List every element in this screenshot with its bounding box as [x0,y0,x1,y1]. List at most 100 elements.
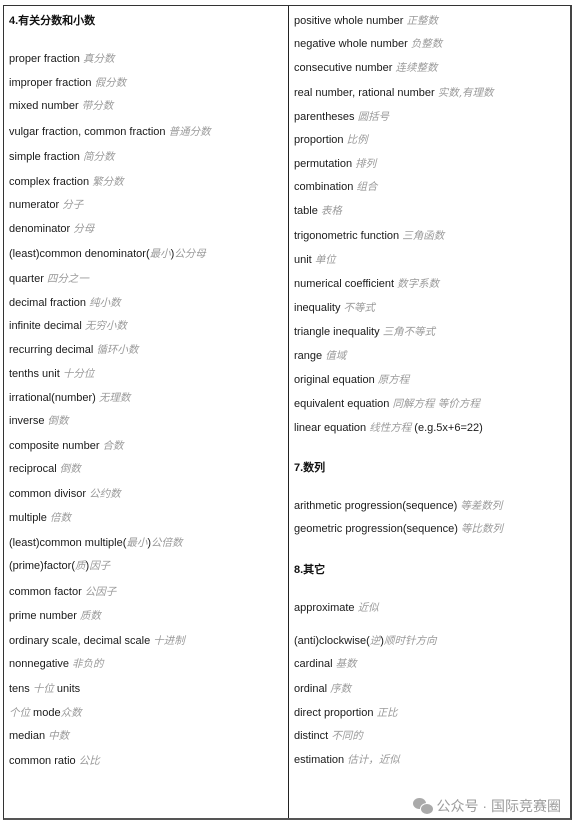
term-chinese: 实数,有理数 [437,87,494,99]
term-english: arithmetic progression(sequence) [294,500,458,512]
term-entry: reciprocal 倒数 [9,462,81,476]
term-english: ordinary scale, decimal scale [9,635,151,647]
term-chinese: 质 [75,560,86,572]
term-english: proper fraction [9,53,80,65]
term-chinese: 同解方程 等价方程 [392,398,480,410]
wechat-icon [412,798,434,815]
term-chinese: 非负的 [72,658,104,670]
term-chinese: 无穷小数 [84,320,127,332]
term-entry: multiple 倍数 [9,511,71,525]
term-entry: mixed number 带分数 [9,99,113,113]
vocabulary-table: 4.有关分数和小数 proper fraction 真分数 improper fr… [3,5,572,820]
term-entry: numerical coefficient 数字系数 [294,277,439,291]
term-chinese: 倒数 [59,463,81,475]
term-english: approximate [294,602,355,614]
term-english: permutation [294,158,353,170]
term-english: multiple [9,512,47,524]
term-chinese: 普通分数 [168,126,211,138]
term-english: prime number [9,610,77,622]
term-chinese: 公比 [78,755,100,767]
term-english: original equation [294,374,375,386]
term-chinese: 真分数 [83,53,115,65]
term-chinese: 因子 [89,560,111,572]
term-chinese: 最小 [126,537,148,549]
term-entry: recurring decimal 循环小数 [9,343,138,357]
term-entry: consecutive number 连续整数 [294,61,438,75]
term-english: (e.g.5x+6=22) [411,422,483,434]
term-english: mode [30,707,61,719]
term-chinese: 中数 [48,730,70,742]
term-english: denominator [9,223,71,235]
term-entry: combination 组合 [294,180,377,194]
term-english: equivalent equation [294,398,390,410]
term-entry: common ratio 公比 [9,754,100,768]
watermark: 公众号 · 国际竞赛圈 [412,796,561,816]
term-english: proportion [294,134,344,146]
term-chinese: 逆 [369,635,381,647]
term-chinese: 分母 [73,223,95,235]
term-entry: linear equation 线性方程 (e.g.5x+6=22) [294,421,483,435]
term-english: numerator [9,199,60,211]
term-entry: estimation 估计，近似 [294,753,400,767]
term-english: irrational(number) [9,392,96,404]
term-english: parentheses [294,111,355,123]
term-english: (prime)factor( [9,560,76,572]
term-english: real number, rational number [294,87,435,99]
term-chinese: 十进制 [153,635,185,647]
term-entry: unit 单位 [294,253,336,267]
term-english: median [9,730,46,742]
term-english: nonnegative [9,658,69,670]
term-english: inverse [9,415,45,427]
term-chinese: 十位 [32,683,54,695]
term-entry: direct proportion 正比 [294,706,398,720]
term-english: decimal fraction [9,297,87,309]
term-english: negative whole number [294,38,408,50]
term-chinese: 基数 [335,658,357,670]
term-english: reciprocal [9,463,57,475]
term-english: cardinal [294,658,333,670]
term-english: mixed number [9,100,79,112]
term-chinese: 原方程 [377,374,410,386]
term-english: (least)common multiple( [9,537,127,549]
term-entry: (prime)factor(质)因子 [9,559,110,573]
term-entry: complex fraction 繁分数 [9,175,124,189]
term-entry: proper fraction 真分数 [9,52,115,66]
term-english: tenths unit [9,368,60,380]
term-entry: vulgar fraction, common fraction 普通分数 [9,125,211,139]
term-entry: proportion 比例 [294,133,368,147]
term-english: direct proportion [294,707,374,719]
term-english: inequality [294,302,341,314]
term-chinese: 众数 [60,707,82,719]
term-chinese: 倍数 [49,512,71,524]
term-chinese: 不等式 [343,302,376,314]
term-chinese: 带分数 [81,100,114,112]
term-chinese: 排列 [355,158,377,170]
term-chinese: 循环小数 [96,344,139,356]
term-chinese: 无理数 [98,392,131,404]
term-entry: equivalent equation 同解方程 等价方程 [294,397,480,411]
term-chinese: 不同的 [331,730,363,742]
column-divider [288,6,289,818]
term-english: (least)common denominator( [9,248,150,260]
term-entry: cardinal 基数 [294,657,357,671]
term-entry: nonnegative 非负的 [9,657,104,671]
term-entry: improper fraction 假分数 [9,76,126,90]
term-entry: denominator 分母 [9,222,94,236]
term-entry: decimal fraction 纯小数 [9,296,121,310]
term-chinese: 连续整数 [395,62,438,74]
term-entry: ordinary scale, decimal scale 十进制 [9,634,185,648]
term-entry: real number, rational number 实数,有理数 [294,86,494,100]
term-chinese: 等比数列 [460,523,503,535]
term-entry: numerator 分子 [9,198,83,212]
term-chinese: 估计，近似 [347,754,400,766]
term-chinese: 值域 [325,350,347,362]
term-english: triangle inequality [294,326,380,338]
term-chinese: 序数 [330,683,352,695]
term-entry: distinct 不同的 [294,729,363,743]
term-english: positive whole number [294,15,404,27]
term-entry: table 表格 [294,204,342,218]
term-chinese: 三角函数 [402,230,445,242]
term-entry: irrational(number) 无理数 [9,391,130,405]
term-chinese: 等差数列 [460,500,503,512]
term-english: (anti)clockwise( [294,635,370,647]
